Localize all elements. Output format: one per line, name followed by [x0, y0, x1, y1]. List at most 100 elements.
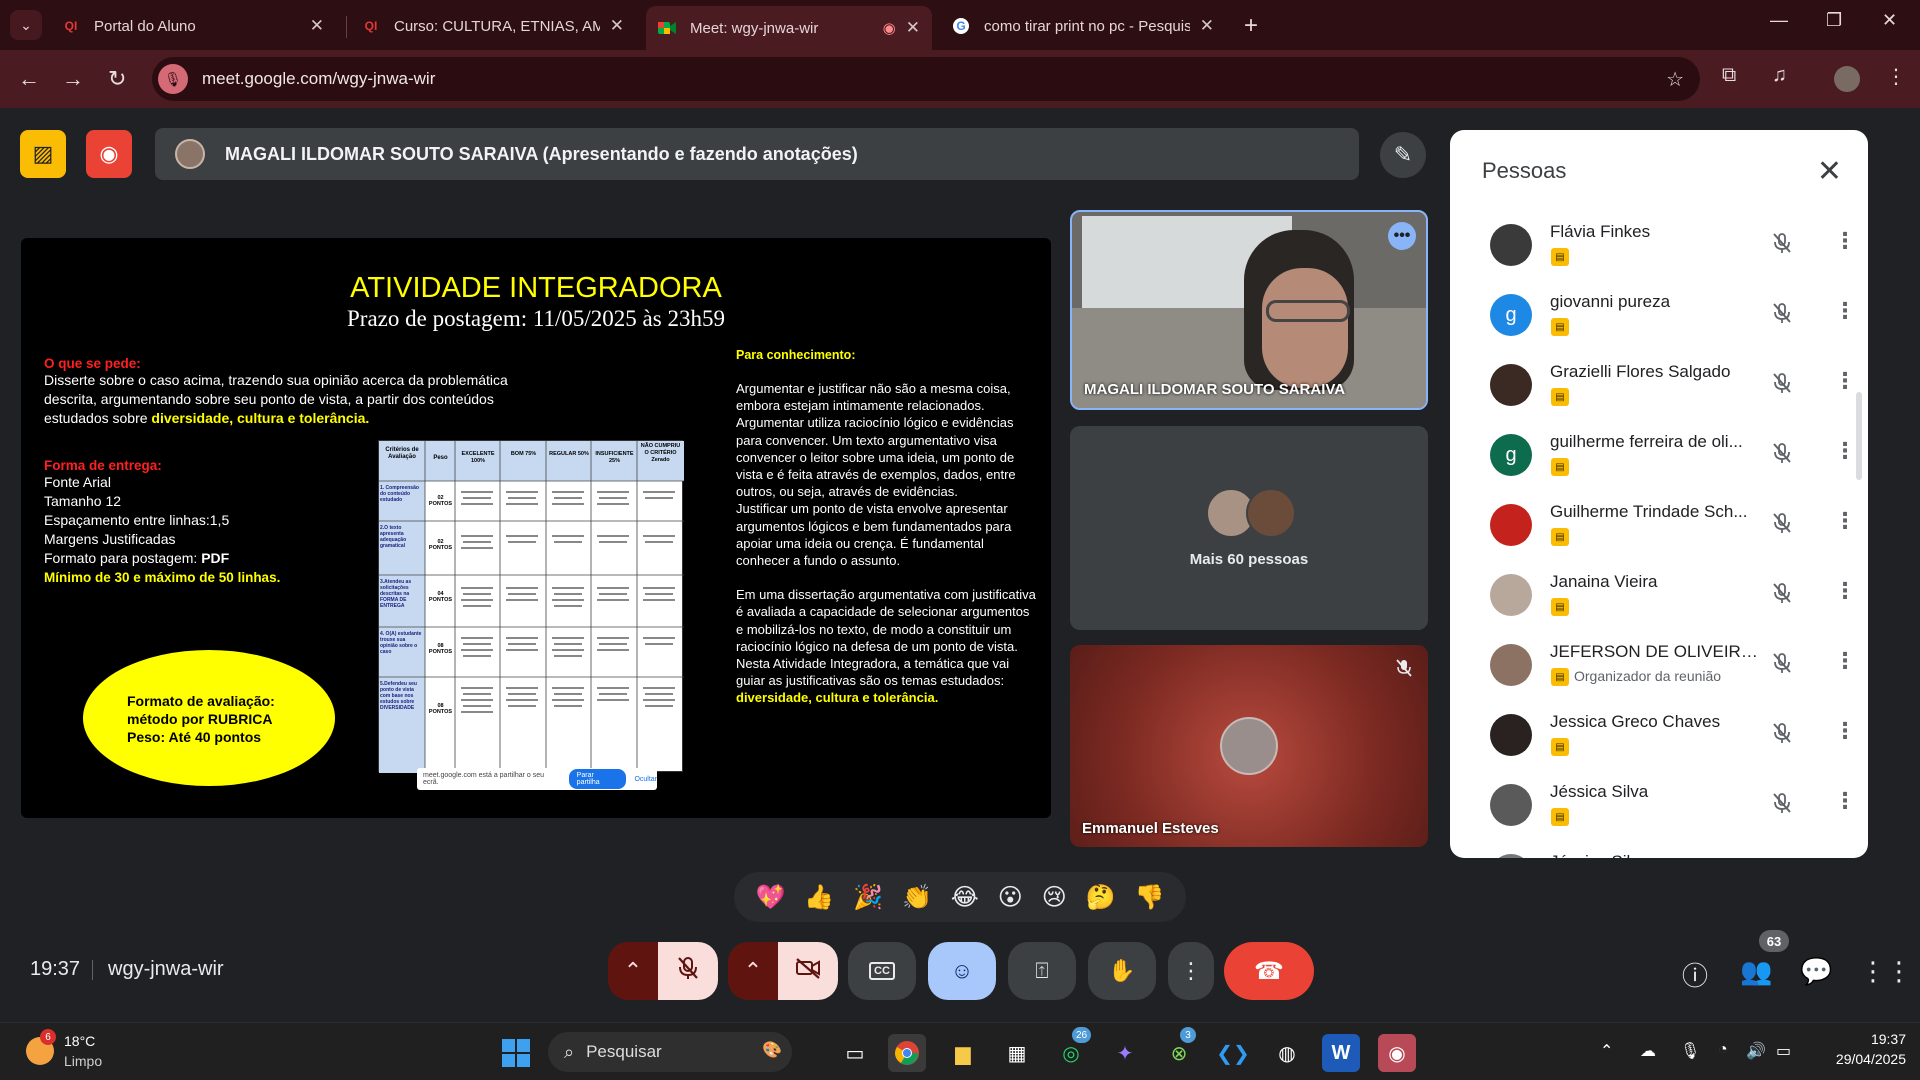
muted-mic-icon: [1772, 372, 1792, 400]
participant-more-icon[interactable]: ⋮: [1834, 718, 1856, 744]
reactions-button[interactable]: ☺: [928, 942, 996, 1000]
microphone-icon[interactable]: 🎙: [158, 64, 188, 94]
presenter-video-tile[interactable]: ••• MAGALI ILDOMAR SOUTO SARAIVA: [1070, 210, 1428, 410]
obs-icon[interactable]: ◍: [1268, 1034, 1306, 1072]
activities-grid-icon[interactable]: ⋮⋮⋮: [1860, 956, 1920, 987]
tab-curso[interactable]: QI Curso: CULTURA, ETNIAS, AMBI ✕: [350, 6, 636, 46]
tab-meet[interactable]: Meet: wgy-jnwa-wir ◉ ✕: [646, 6, 932, 50]
taskbar-search-box[interactable]: ⌕ Pesquisar 🎨: [548, 1032, 792, 1072]
meeting-details-icon[interactable]: ⓘ: [1682, 956, 1708, 993]
chat-icon[interactable]: 💬: [1800, 956, 1832, 987]
close-tab-icon[interactable]: ✕: [610, 16, 624, 36]
copilot-icon[interactable]: ✦: [1106, 1034, 1144, 1072]
reaction-emoji[interactable]: 👏: [902, 883, 932, 912]
battery-icon[interactable]: ▭: [1776, 1041, 1791, 1061]
microsoft-store-icon[interactable]: ▦: [998, 1034, 1036, 1072]
recording-button[interactable]: ◉: [86, 130, 132, 178]
onedrive-icon[interactable]: ☁: [1640, 1041, 1656, 1061]
file-explorer-icon[interactable]: ▆: [944, 1034, 982, 1072]
participant-row[interactable]: Jéssica Silva▤⋮: [1450, 770, 1868, 840]
participant-more-icon[interactable]: ⋮: [1834, 508, 1856, 534]
reaction-emoji[interactable]: 😢: [1042, 883, 1067, 912]
captions-button[interactable]: CC: [848, 942, 916, 1000]
tile-more-options-icon[interactable]: •••: [1388, 222, 1416, 250]
participant-row[interactable]: Janaina Vieira ▤ ⋮: [1450, 560, 1868, 630]
close-tab-icon[interactable]: ✕: [310, 16, 324, 36]
profile-avatar[interactable]: [1834, 66, 1860, 92]
reaction-emoji[interactable]: 😮: [998, 883, 1023, 912]
chrome-icon[interactable]: [888, 1034, 926, 1072]
close-tab-icon[interactable]: ✕: [906, 18, 920, 38]
tab-google-search[interactable]: G como tirar print no pc - Pesquis ✕: [940, 6, 1226, 46]
participant-row[interactable]: Jessica Greco Chaves ▤ ⋮: [1450, 700, 1868, 770]
participant-more-icon[interactable]: ⋮: [1834, 298, 1856, 324]
bookmark-star-icon[interactable]: ☆: [1666, 67, 1684, 92]
participant-more-icon[interactable]: ⋮: [1834, 438, 1856, 464]
tray-microphone-icon[interactable]: 🎙: [1680, 1041, 1700, 1061]
participant-row[interactable]: g giovanni pureza ▤ ⋮: [1450, 280, 1868, 350]
people-icon[interactable]: 👥: [1740, 956, 1772, 987]
present-screen-button[interactable]: ⍐: [1008, 942, 1076, 1000]
restore-icon[interactable]: ❐: [1826, 10, 1842, 31]
screen-recorder-icon[interactable]: ◉: [1378, 1034, 1416, 1072]
back-icon[interactable]: ←: [18, 66, 40, 92]
raise-hand-button[interactable]: ✋: [1088, 942, 1156, 1000]
reaction-emoji[interactable]: 😂: [951, 883, 979, 912]
participant-more-icon[interactable]: ⋮: [1834, 368, 1856, 394]
camera-toggle-button[interactable]: [778, 942, 838, 1000]
annotate-button[interactable]: ✎: [1380, 132, 1426, 178]
participant-row[interactable]: JEFERSON DE OLIVEIRA... ▤ Organizador da r…: [1450, 630, 1868, 700]
participant-more-icon[interactable]: ⋮: [1834, 788, 1856, 814]
close-window-icon[interactable]: ✕: [1882, 10, 1897, 31]
task-view-icon[interactable]: ▭: [836, 1034, 874, 1072]
reaction-emoji[interactable]: 💖: [755, 883, 785, 912]
participant-tile-emmanuel[interactable]: Emmanuel Esteves: [1070, 645, 1428, 847]
reaction-emoji[interactable]: 🎉: [853, 883, 883, 912]
new-tab-button[interactable]: +: [1244, 12, 1258, 40]
wifi-icon[interactable]: ◔: [1718, 1041, 1728, 1059]
reaction-emoji[interactable]: 👍: [804, 883, 834, 912]
participant-more-icon[interactable]: ⋮: [1834, 228, 1856, 254]
hang-up-icon: ☎: [1254, 957, 1284, 985]
browser-menu-icon[interactable]: ⋮: [1886, 64, 1906, 89]
tab-portal-aluno[interactable]: QI Portal do Aluno ✕: [50, 6, 336, 46]
participant-row[interactable]: Grazielli Flores Salgado ▤ ⋮: [1450, 350, 1868, 420]
pen-icon: ✎: [1393, 142, 1413, 167]
participant-more-icon[interactable]: ⋮: [1834, 648, 1856, 674]
reaction-emoji[interactable]: 👎: [1135, 883, 1165, 912]
more-options-button[interactable]: ⋮: [1168, 942, 1214, 1000]
stop-annotating-button[interactable]: ▨: [20, 130, 66, 178]
address-bar[interactable]: 🎙 meet.google.com/wgy-jnwa-wir ☆: [152, 57, 1700, 101]
media-control-icon[interactable]: ♫: [1772, 64, 1787, 87]
tab-search-button[interactable]: ⌄: [10, 10, 42, 40]
microphone-toggle-button[interactable]: [658, 942, 718, 1000]
reaction-emoji[interactable]: 🤔: [1086, 883, 1116, 912]
vscode-icon[interactable]: ❮❯: [1214, 1034, 1252, 1072]
participant-row[interactable]: g guilherme ferreira de oli... ▤ ⋮: [1450, 420, 1868, 490]
tab-title: Meet: wgy-jnwa-wir: [690, 19, 819, 37]
volume-icon[interactable]: 🔊: [1746, 1041, 1766, 1061]
leave-call-button[interactable]: ☎: [1224, 942, 1314, 1000]
close-icon[interactable]: ✕: [1817, 154, 1842, 189]
participant-more-icon[interactable]: ⋮: [1834, 578, 1856, 604]
stop-sharing-button[interactable]: Parar partilha: [568, 769, 627, 789]
more-people-tile[interactable]: Mais 60 pessoas: [1070, 426, 1428, 630]
windows-start-icon[interactable]: [502, 1039, 530, 1067]
participant-row[interactable]: Flávia Finkes ▤ ⋮: [1450, 210, 1868, 280]
forward-icon[interactable]: →: [62, 66, 84, 92]
tray-overflow-icon[interactable]: ⌃: [1600, 1041, 1613, 1061]
url-text: meet.google.com/wgy-jnwa-wir: [202, 69, 436, 88]
participant-row[interactable]: Jéssica Silva▤⋮: [1450, 840, 1868, 858]
extensions-icon[interactable]: ⧉: [1722, 64, 1736, 87]
reload-icon[interactable]: ↻: [108, 66, 126, 92]
avatar: g: [1490, 434, 1532, 476]
minimize-icon[interactable]: —: [1770, 10, 1788, 31]
video-options-button[interactable]: ⌃: [728, 942, 778, 1000]
hide-share-notice-button[interactable]: Ocultar: [634, 776, 657, 783]
participant-row[interactable]: Guilherme Trindade Sch... ▤ ⋮: [1450, 490, 1868, 560]
muted-mic-icon: [1772, 722, 1792, 750]
people-scrollbar[interactable]: [1856, 392, 1862, 480]
word-icon[interactable]: W: [1322, 1034, 1360, 1072]
close-tab-icon[interactable]: ✕: [1200, 16, 1214, 36]
audio-options-button[interactable]: ⌃: [608, 942, 658, 1000]
